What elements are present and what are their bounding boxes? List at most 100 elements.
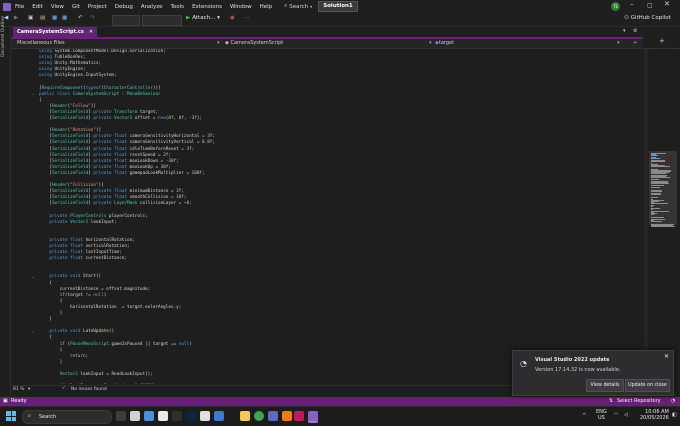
project-dropdown[interactable]: Miscellaneous Files bbox=[17, 40, 217, 47]
notification-center-icon[interactable]: ◧ bbox=[672, 412, 677, 418]
menu-extensions[interactable]: Extensions bbox=[192, 4, 222, 10]
photoshop-icon[interactable] bbox=[186, 411, 196, 421]
windows-start-icon[interactable] bbox=[6, 411, 16, 421]
visual-studio-logo-icon bbox=[3, 3, 11, 11]
menu-debug[interactable]: Debug bbox=[115, 4, 133, 10]
taskbar-search-box[interactable]: ⌕ Search bbox=[22, 410, 112, 424]
zoom-chevron-icon[interactable]: ▾ bbox=[28, 387, 30, 392]
maximize-button[interactable]: ▢ bbox=[647, 2, 653, 9]
menu-git[interactable]: Git bbox=[72, 4, 80, 10]
code-token: { bbox=[39, 98, 42, 103]
wifi-icon[interactable]: ◠ bbox=[614, 412, 618, 418]
open-icon[interactable]: ▤ bbox=[40, 15, 45, 24]
app-icon[interactable] bbox=[294, 411, 304, 421]
settings-gear-icon[interactable]: ⚙ bbox=[633, 28, 637, 34]
language-indicator[interactable]: ENG US bbox=[596, 409, 607, 421]
menu-help[interactable]: Help bbox=[260, 4, 273, 10]
user-avatar[interactable]: TE bbox=[611, 2, 620, 11]
class-dropdown[interactable]: ◆ CameraSystemScript bbox=[225, 40, 425, 47]
search-box[interactable]: ⌕ Search ▾ bbox=[284, 3, 312, 10]
update-on-close-button[interactable]: Update on close bbox=[625, 379, 670, 392]
menu-tools[interactable]: Tools bbox=[171, 4, 185, 10]
file-explorer-icon[interactable] bbox=[240, 411, 250, 421]
collapse-icon[interactable]: − bbox=[31, 275, 34, 280]
code-token: private bbox=[49, 220, 70, 225]
code-minimap[interactable] bbox=[649, 49, 677, 384]
undo-icon[interactable]: ↶ bbox=[78, 15, 83, 24]
chrome-icon[interactable] bbox=[254, 411, 264, 421]
menu-file[interactable]: File bbox=[15, 4, 24, 10]
minimize-button[interactable]: – bbox=[630, 0, 634, 8]
menu-window[interactable]: Window bbox=[230, 4, 252, 10]
class-label: CameraSystemScript bbox=[230, 40, 283, 46]
menu-analyze[interactable]: Analyze bbox=[141, 4, 163, 10]
attach-button[interactable]: ▶Attach... ▾ bbox=[186, 15, 220, 21]
code-editor[interactable]: − − − − using System.ComponentModel.Desi… bbox=[11, 49, 643, 384]
app-icon[interactable] bbox=[200, 411, 210, 421]
task-view-icon[interactable] bbox=[116, 411, 126, 421]
redo-icon[interactable]: ↷ bbox=[90, 15, 95, 24]
new-item-icon[interactable]: ▣ bbox=[28, 15, 33, 24]
app-icon[interactable] bbox=[282, 411, 292, 421]
tab-camera-system-script[interactable]: CameraSystemScript.cs✕ bbox=[13, 27, 97, 37]
member-chevron-icon[interactable]: ▾ bbox=[617, 40, 620, 47]
forward-icon[interactable]: ▶ bbox=[14, 15, 18, 24]
collapse-icon[interactable]: − bbox=[31, 92, 34, 97]
code-token: ))] bbox=[153, 86, 161, 91]
code-token: private float bbox=[93, 147, 127, 152]
menu-edit[interactable]: Edit bbox=[32, 4, 43, 10]
code-token: ; bbox=[181, 189, 184, 194]
code-token: } bbox=[39, 360, 62, 365]
widgets-icon[interactable] bbox=[130, 411, 140, 421]
save-icon[interactable]: ▦ bbox=[52, 15, 57, 24]
code-token: private float bbox=[93, 159, 127, 164]
app-icon[interactable] bbox=[214, 411, 224, 421]
menu-project[interactable]: Project bbox=[88, 4, 107, 10]
member-dropdown[interactable]: ◈target bbox=[435, 40, 625, 47]
code-token: )] bbox=[91, 104, 96, 109]
document-outline-tab[interactable]: Document Outline bbox=[1, 56, 6, 57]
app-icon[interactable] bbox=[268, 411, 278, 421]
volume-icon[interactable]: ◁ bbox=[624, 412, 628, 418]
select-repository-button[interactable]: Select Repository bbox=[617, 397, 661, 406]
split-editor-icon[interactable]: + bbox=[633, 40, 637, 47]
clock[interactable]: 10:06 AM 20/05/2026 bbox=[640, 409, 669, 421]
close-notification-icon[interactable]: ✕ bbox=[664, 353, 669, 360]
code-token: SerializeField bbox=[52, 110, 88, 115]
code-token bbox=[39, 256, 49, 261]
code-token: [ bbox=[39, 171, 52, 176]
hot-reload-icon[interactable]: ◉ bbox=[230, 15, 235, 24]
code-token: Start bbox=[83, 274, 96, 279]
code-token: ; bbox=[212, 134, 215, 139]
add-icon[interactable]: + bbox=[659, 37, 665, 45]
project-chevron-icon[interactable]: ▾ bbox=[217, 40, 220, 47]
platform-dropdown[interactable] bbox=[142, 15, 182, 26]
vertical-scrollbar[interactable] bbox=[644, 49, 648, 384]
configuration-dropdown[interactable] bbox=[112, 15, 140, 26]
code-token: using bbox=[39, 67, 52, 72]
tray-chevron-icon[interactable]: ^ bbox=[582, 413, 586, 419]
code-token: currentDistance; bbox=[83, 256, 127, 261]
view-details-button[interactable]: View details bbox=[586, 379, 624, 392]
toolbar-options-icon[interactable]: ⋯ bbox=[244, 15, 250, 24]
code-token: PlayerControls bbox=[70, 214, 106, 219]
issues-status[interactable]: No issues found bbox=[71, 387, 107, 392]
visual-studio-taskbar-icon[interactable] bbox=[308, 411, 318, 423]
tab-list-dropdown-icon[interactable]: ▾ bbox=[623, 28, 626, 34]
github-copilot-button[interactable]: ⚇ GitHub Copilot bbox=[624, 15, 671, 21]
code-token: [ bbox=[39, 116, 52, 121]
class-chevron-icon[interactable]: ▾ bbox=[429, 40, 432, 47]
close-tab-icon[interactable]: ✕ bbox=[89, 29, 93, 35]
code-token: ; bbox=[168, 153, 171, 158]
app-icon[interactable] bbox=[172, 411, 182, 421]
code-token: private float bbox=[93, 165, 127, 170]
app-icon[interactable] bbox=[144, 411, 154, 421]
collapse-icon[interactable]: − bbox=[31, 330, 34, 335]
zoom-level[interactable]: 81 % bbox=[13, 387, 24, 392]
menu-view[interactable]: View bbox=[51, 4, 64, 10]
notifications-bell-icon[interactable]: ◔ bbox=[671, 397, 675, 406]
app-icon[interactable] bbox=[158, 411, 168, 421]
close-window-button[interactable]: ✕ bbox=[664, 0, 670, 8]
save-all-icon[interactable]: ▦ bbox=[62, 15, 67, 24]
status-icon: ▣ bbox=[3, 397, 8, 406]
